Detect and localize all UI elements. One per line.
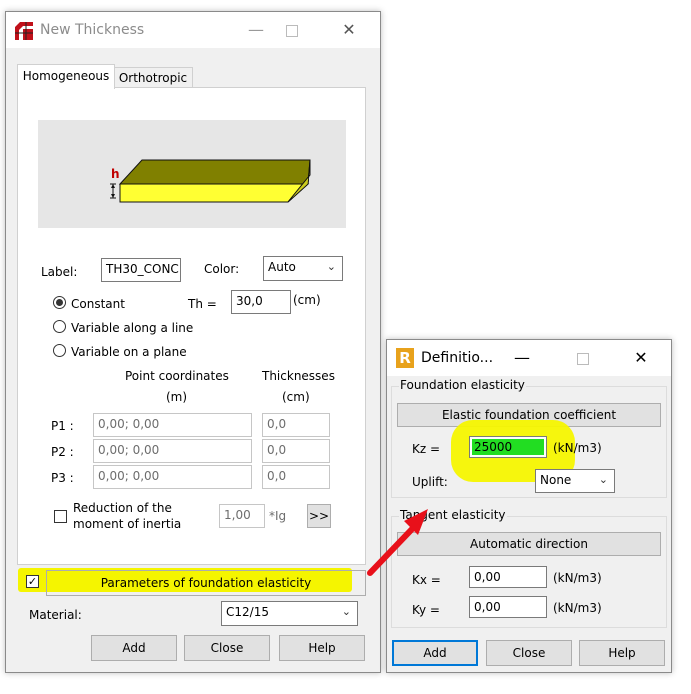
tab-label: Orthotropic <box>118 71 188 85</box>
annotation-arrow-icon <box>367 509 428 576</box>
close-icon[interactable]: ✕ <box>631 348 651 368</box>
minimize-icon[interactable]: — <box>246 20 266 40</box>
uplift-select[interactable]: None ⌄ <box>535 469 615 493</box>
reduction-input[interactable]: 1,00 <box>219 504 265 528</box>
label-input[interactable]: TH30_CONC <box>101 258 181 282</box>
ky-caption: Ky = <box>412 603 440 617</box>
definition-title-bar[interactable]: R Definitio... — ✕ <box>387 340 671 376</box>
p2-label: P2 : <box>51 445 74 459</box>
foundation-elasticity-caption: Foundation elasticity <box>399 378 526 392</box>
maximize-icon[interactable] <box>573 348 593 368</box>
more-button[interactable]: >> <box>307 504 331 528</box>
radio-variable-plane-label[interactable]: Variable on a plane <box>71 345 187 359</box>
close-icon[interactable]: ✕ <box>339 20 359 40</box>
checkmark-icon: ✓ <box>27 575 38 588</box>
tab-homogeneous[interactable]: Homogeneous <box>17 64 115 89</box>
p2-coords-input[interactable]: 0,00; 0,00 <box>93 439 252 463</box>
th-caption: Th = <box>188 297 217 311</box>
radio-variable-plane[interactable] <box>53 344 66 357</box>
title-bar[interactable]: New Thickness — ✕ <box>6 12 380 48</box>
close-button[interactable]: Close <box>184 635 270 661</box>
chevron-down-icon: ⌄ <box>326 260 336 273</box>
label-caption: Label: <box>41 265 78 279</box>
thickness-unit: (cm) <box>282 390 310 404</box>
material-caption: Material: <box>29 608 82 622</box>
point-coords-header: Point coordinates <box>125 369 229 383</box>
app-logo-icon <box>15 22 33 40</box>
p1-coords-input[interactable]: 0,00; 0,00 <box>93 413 252 437</box>
th-input[interactable]: 30,0 <box>231 290 291 314</box>
new-thickness-window: New Thickness — ✕ Homogeneous Orthotropi… <box>5 11 381 673</box>
radio-constant-label[interactable]: Constant <box>71 297 125 311</box>
minimize-icon[interactable]: — <box>512 348 532 368</box>
ky-unit: (kN/m3) <box>553 601 602 615</box>
radio-constant[interactable] <box>53 296 66 309</box>
uplift-caption: Uplift: <box>412 475 448 489</box>
p1-label: P1 : <box>51 419 74 433</box>
kz-input-selection: 25000 <box>472 439 544 455</box>
tab-label: Homogeneous <box>22 69 110 83</box>
p3-label: P3 : <box>51 471 74 485</box>
reduction-label-line1: Reduction of the <box>73 501 172 515</box>
thickness-preview: h <box>38 120 346 228</box>
foundation-parameters-button[interactable]: Parameters of foundation elasticity <box>46 570 366 596</box>
chevron-down-icon: ⌄ <box>341 605 351 618</box>
kz-unit: (kN/m3) <box>553 441 602 455</box>
kx-input[interactable]: 0,00 <box>469 566 547 588</box>
radio-variable-line[interactable] <box>53 320 66 333</box>
kz-input[interactable]: 25000 <box>469 436 547 458</box>
add-button[interactable]: Add <box>91 635 177 661</box>
uplift-select-value: None <box>540 473 572 487</box>
app-r-icon: R <box>396 348 414 368</box>
material-select-value: C12/15 <box>226 605 269 619</box>
color-caption: Color: <box>204 262 240 276</box>
help-button[interactable]: Help <box>279 635 365 661</box>
color-select-value: Auto <box>268 260 296 274</box>
kx-unit: (kN/m3) <box>553 571 602 585</box>
material-select[interactable]: C12/15 ⌄ <box>221 601 358 626</box>
color-select[interactable]: Auto ⌄ <box>263 256 343 281</box>
definition-title: Definitio... <box>421 350 494 366</box>
radio-variable-line-label[interactable]: Variable along a line <box>71 321 193 335</box>
maximize-icon[interactable] <box>282 20 302 40</box>
p3-thickness-input[interactable]: 0,0 <box>262 465 330 489</box>
reduction-checkbox[interactable] <box>54 510 67 523</box>
reduction-unit: *Ig <box>269 509 287 523</box>
th-unit: (cm) <box>293 293 321 307</box>
p2-thickness-input[interactable]: 0,0 <box>262 439 330 463</box>
foundation-checkbox[interactable]: ✓ <box>26 575 39 588</box>
definition-help-button[interactable]: Help <box>579 640 665 666</box>
p1-thickness-input[interactable]: 0,0 <box>262 413 330 437</box>
height-marker-label: h <box>111 167 120 181</box>
reduction-label-line2: moment of inertia <box>73 517 182 531</box>
tab-orthotropic[interactable]: Orthotropic <box>113 67 193 88</box>
chevron-down-icon: ⌄ <box>598 473 608 486</box>
point-coords-unit: (m) <box>166 390 188 404</box>
ky-input[interactable]: 0,00 <box>469 596 547 618</box>
definition-add-button[interactable]: Add <box>392 640 478 666</box>
kz-caption: Kz = <box>412 442 441 456</box>
window-title: New Thickness <box>40 22 145 38</box>
thickness-header: Thicknesses <box>262 369 335 383</box>
p3-coords-input[interactable]: 0,00; 0,00 <box>93 465 252 489</box>
definition-close-button[interactable]: Close <box>486 640 572 666</box>
